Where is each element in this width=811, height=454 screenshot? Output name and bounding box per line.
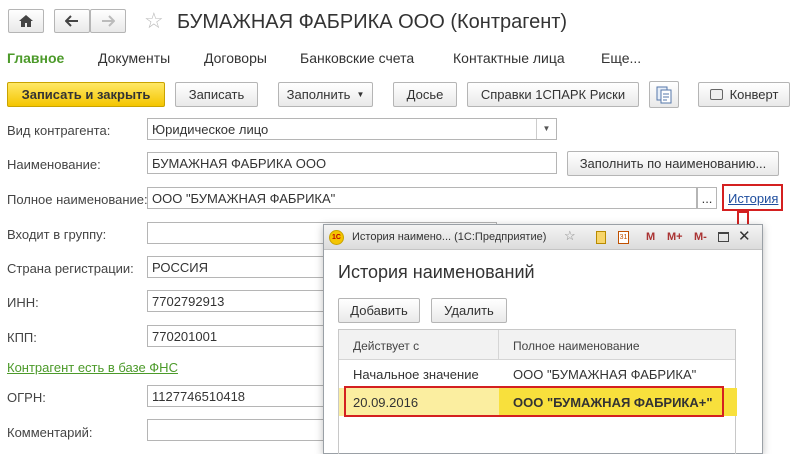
inn-input[interactable]: 7702792913 (147, 290, 347, 312)
star-icon[interactable]: ☆ (564, 228, 576, 244)
fill-label: Заполнить (286, 87, 351, 102)
select-arrow-icon: ▼ (536, 119, 556, 139)
type-value: Юридическое лицо (152, 122, 269, 137)
table-header: Действует с Полное наименование (339, 330, 735, 360)
arrow-right-icon (102, 15, 115, 27)
country-input[interactable]: РОССИЯ (147, 256, 347, 278)
tab-main[interactable]: Главное (7, 50, 64, 66)
window-title: История наимено... (1С:Предприятие) (352, 231, 547, 243)
spark-button[interactable]: Справки 1СПАРК Риски (467, 82, 639, 107)
tab-contracts[interactable]: Договоры (204, 50, 267, 66)
column-header-date[interactable]: Действует с (339, 330, 499, 360)
dropdown-arrow-icon: ▼ (356, 90, 365, 99)
tab-contacts[interactable]: Контактные лица (453, 50, 565, 66)
name-input[interactable]: БУМАЖНАЯ ФАБРИКА ООО (147, 152, 557, 174)
home-icon (19, 15, 33, 27)
full-name-input[interactable]: ООО "БУМАЖНАЯ ФАБРИКА" (147, 187, 697, 209)
tab-documents[interactable]: Документы (98, 50, 170, 66)
maximize-icon[interactable] (718, 232, 729, 242)
name-history-window: 1С История наимено... (1С:Предприятие) ☆… (323, 224, 763, 454)
arrow-left-icon (65, 15, 78, 27)
envelope-label: Конверт (729, 87, 779, 102)
back-button[interactable] (54, 9, 90, 33)
printer-icon (709, 89, 723, 100)
country-label: Страна регистрации: (7, 261, 134, 276)
ogrn-label: ОГРН: (7, 390, 46, 405)
forward-button[interactable] (90, 9, 126, 33)
calculator-icon[interactable] (596, 231, 606, 244)
ogrn-input[interactable]: 1127746510418 (147, 385, 347, 407)
tab-bank-accounts[interactable]: Банковские счета (300, 50, 414, 66)
memory-plus-button[interactable]: M+ (667, 231, 683, 243)
column-header-full-name[interactable]: Полное наименование (499, 330, 640, 360)
memory-m-button[interactable]: M (646, 231, 655, 243)
full-name-select-button[interactable]: ... (697, 187, 717, 209)
favorite-star-icon[interactable]: ☆ (144, 10, 164, 32)
print-docs-button[interactable] (649, 81, 679, 108)
window-titlebar: 1С История наимено... (1С:Предприятие) ☆… (324, 225, 762, 250)
window-heading: История наименований (338, 262, 535, 282)
fns-link[interactable]: Контрагент есть в базе ФНС (7, 360, 178, 375)
comment-input[interactable] (147, 419, 347, 441)
kpp-input[interactable]: 770201001 (147, 325, 347, 347)
table-row[interactable]: Начальное значение ООО "БУМАЖНАЯ ФАБРИКА… (339, 360, 735, 388)
calendar-icon[interactable]: 31 (618, 231, 629, 244)
memory-minus-button[interactable]: M- (694, 231, 707, 243)
envelope-button[interactable]: Конверт (698, 82, 790, 107)
home-button[interactable] (8, 9, 44, 33)
save-close-button[interactable]: Записать и закрыть (7, 82, 165, 107)
name-label: Наименование: (7, 157, 101, 172)
fill-dropdown-button[interactable]: Заполнить ▼ (278, 82, 373, 107)
delete-button[interactable]: Удалить (431, 298, 507, 323)
selected-row-highlight-box (344, 386, 724, 417)
full-name-label: Полное наименование: (7, 192, 148, 207)
close-icon[interactable]: ✕ (738, 227, 751, 245)
add-button[interactable]: Добавить (338, 298, 420, 323)
type-label: Вид контрагента: (7, 123, 111, 138)
history-table: Действует с Полное наименование Начально… (338, 329, 737, 454)
tab-more[interactable]: Еще... (601, 50, 641, 66)
row-date: Начальное значение (353, 367, 479, 382)
documents-icon (656, 86, 672, 103)
type-select[interactable]: Юридическое лицо ▼ (147, 118, 557, 140)
inn-label: ИНН: (7, 295, 39, 310)
group-label: Входит в группу: (7, 227, 107, 242)
row-full-name: ООО "БУМАЖНАЯ ФАБРИКА" (513, 367, 697, 382)
dossier-button[interactable]: Досье (393, 82, 457, 107)
fill-by-name-button[interactable]: Заполнить по наименованию... (567, 151, 779, 176)
page-title: БУМАЖНАЯ ФАБРИКА ООО (Контрагент) (177, 11, 568, 33)
kpp-label: КПП: (7, 330, 37, 345)
history-link[interactable]: История (728, 191, 778, 206)
app-1c-icon: 1С (329, 230, 344, 245)
save-button[interactable]: Записать (175, 82, 258, 107)
comment-label: Комментарий: (7, 425, 93, 440)
